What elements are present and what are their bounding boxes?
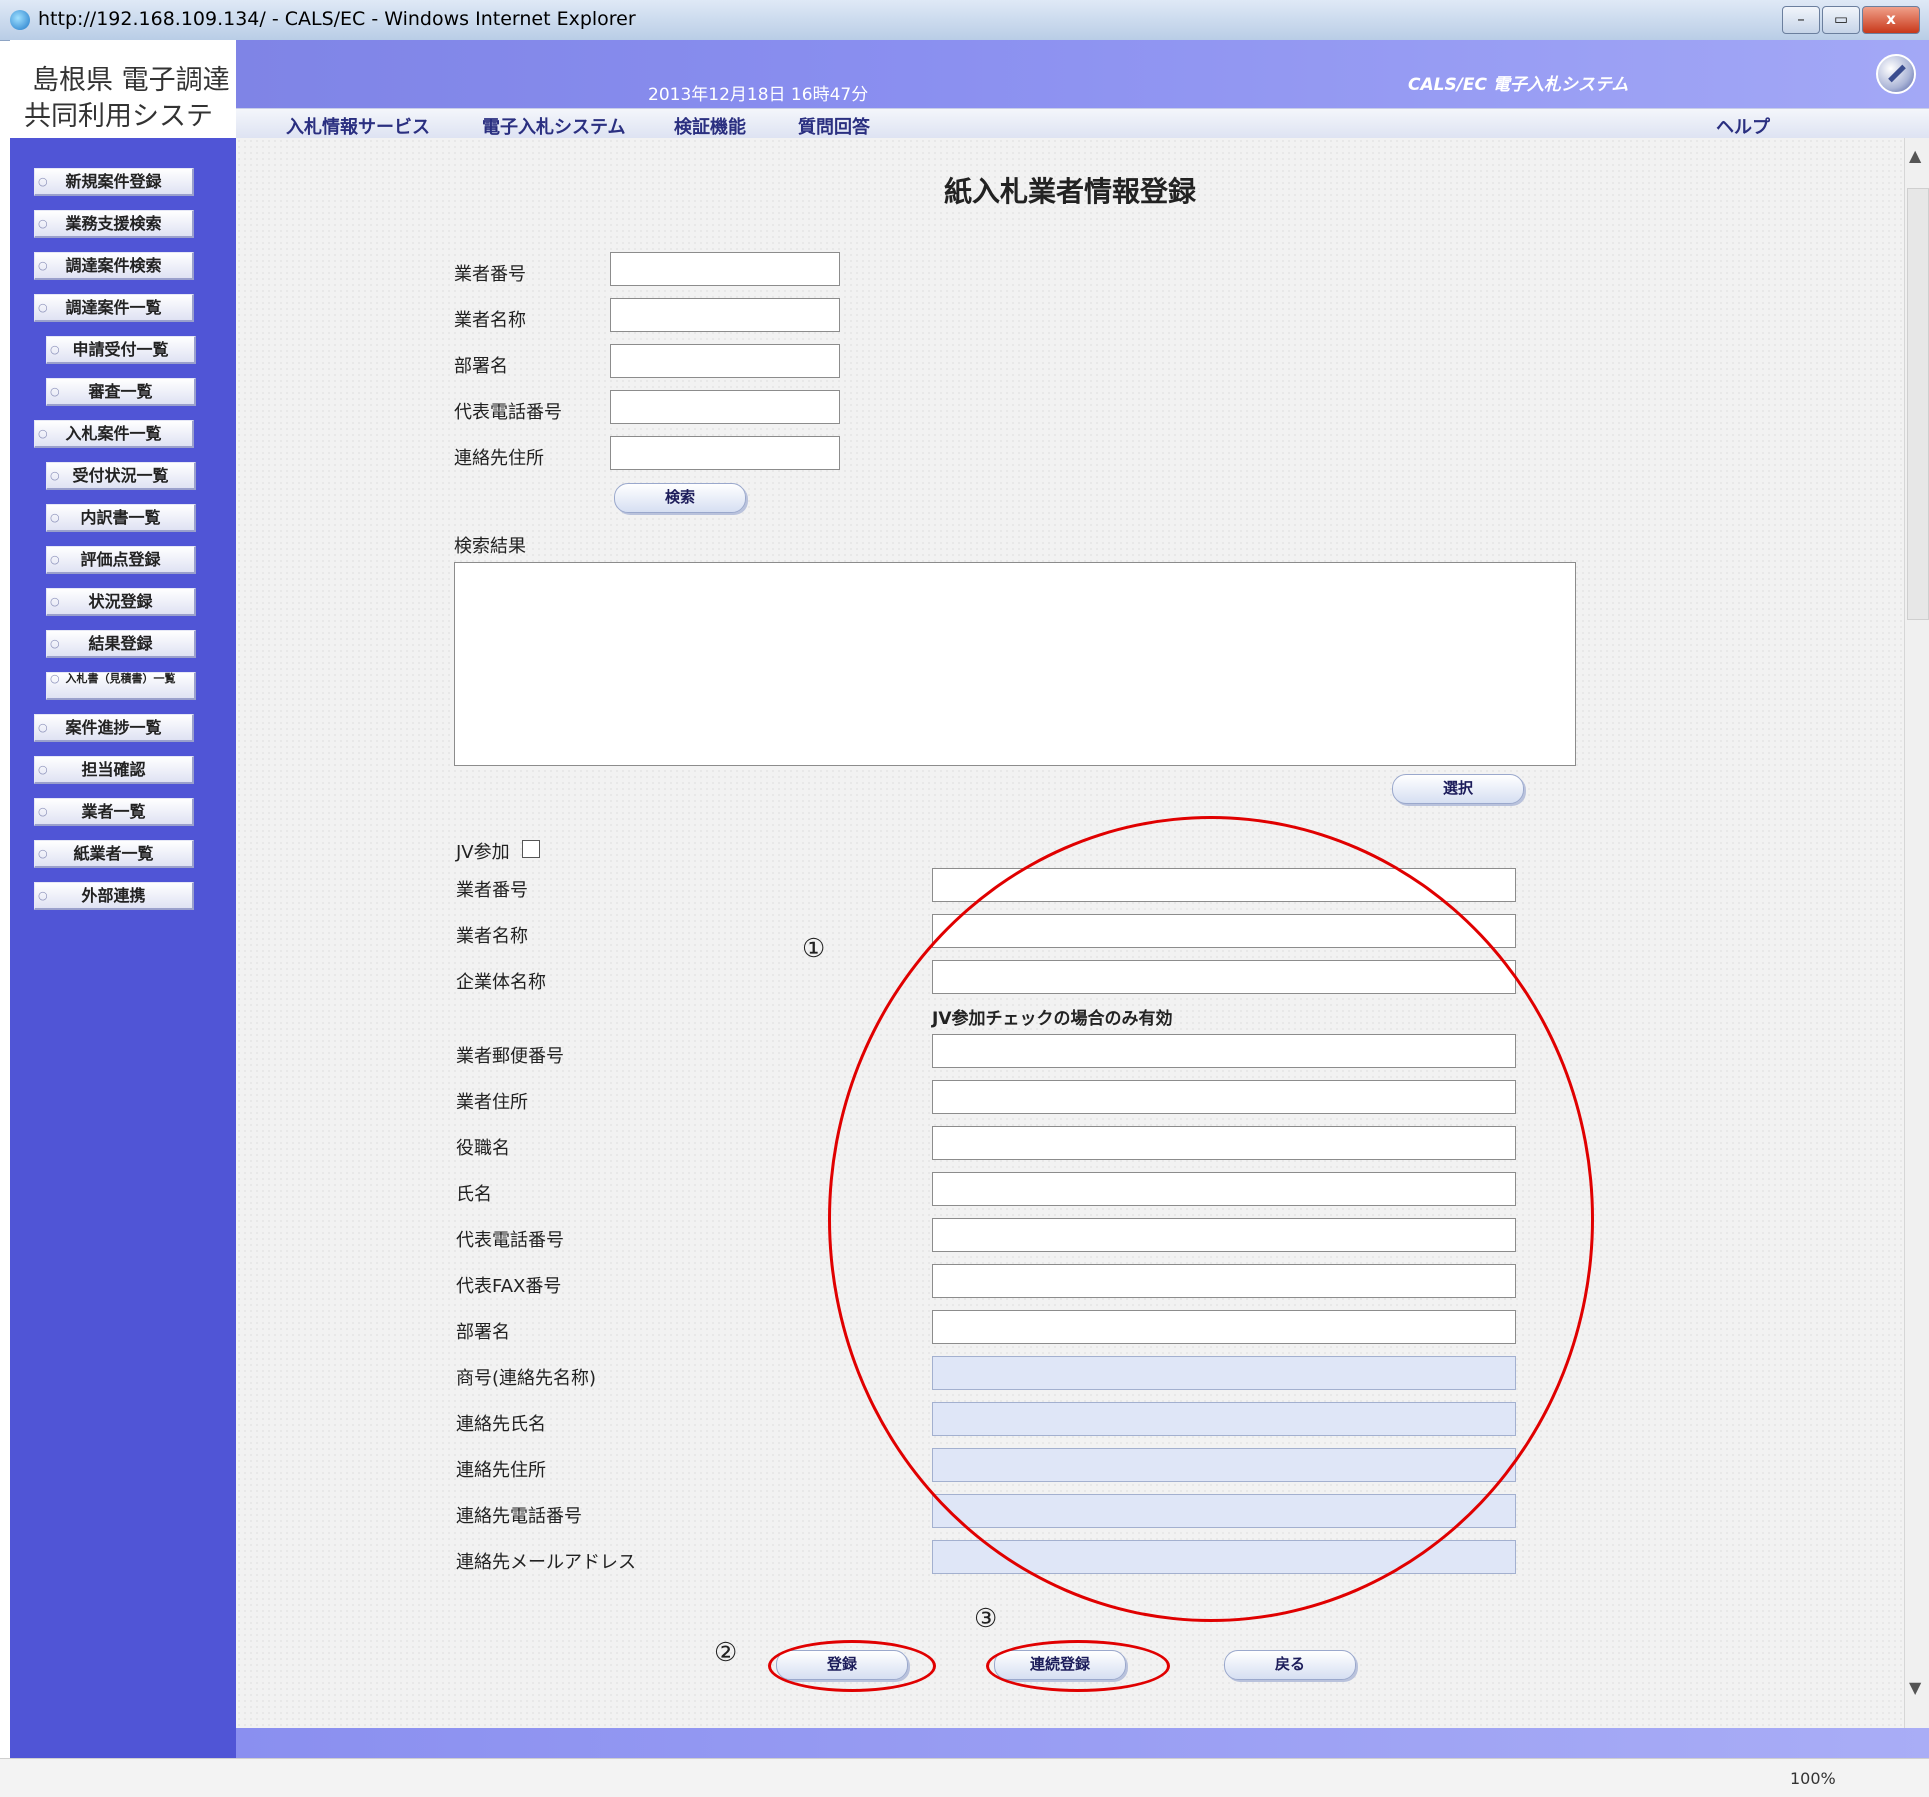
contact-address-label: 連絡先住所 <box>456 1460 546 1481</box>
vertical-scrollbar[interactable]: ▲ ▼ <box>1904 138 1929 1728</box>
search-phone-label: 代表電話番号 <box>454 402 562 423</box>
sidebar-item-review-list[interactable]: 審査一覧 <box>46 378 196 406</box>
annotation-ring-form <box>828 816 1594 1622</box>
main-content: 紙入札業者情報登録 業者番号 業者名称 部署名 代表電話番号 連絡先住所 検索 … <box>236 138 1904 1728</box>
sidebar-item-business-support-search[interactable]: 業務支援検索 <box>34 210 194 238</box>
sidebar-item-application-list[interactable]: 申請受付一覧 <box>46 336 196 364</box>
nav-tabs: 入札情報サービス 電子入札システム 検証機能 質問回答 ヘルプ <box>236 108 1929 139</box>
window-title: http://192.168.109.134/ - CALS/EC - Wind… <box>38 8 636 30</box>
sidebar-item-procurement-list[interactable]: 調達案件一覧 <box>34 294 194 322</box>
header-banner: 2013年12月18日 16時47分 CALS/EC 電子入札システム 入札情報… <box>236 40 1929 139</box>
sidebar-item-breakdown-list[interactable]: 内訳書一覧 <box>46 504 196 532</box>
sidebar-item-external-link[interactable]: 外部連携 <box>34 882 194 910</box>
system-name: CALS/EC 電子入札システム <box>1408 75 1629 95</box>
vendor-name-label: 業者名称 <box>456 926 528 947</box>
search-vendor-number-input[interactable] <box>610 252 840 286</box>
contact-email-label: 連絡先メールアドレス <box>456 1552 636 1573</box>
main-fax-label: 代表FAX番号 <box>456 1276 562 1297</box>
footer-bar <box>236 1728 1929 1758</box>
annotation-two: ② <box>714 1638 738 1668</box>
annotation-three: ③ <box>974 1604 998 1634</box>
sidebar-item-bid-case-list[interactable]: 入札案件一覧 <box>34 420 194 448</box>
search-vendor-number-label: 業者番号 <box>454 264 526 285</box>
help-link[interactable]: ヘルプ <box>1716 113 1770 139</box>
contact-company-label: 商号(連絡先名称) <box>456 1368 597 1389</box>
contact-phone-label: 連絡先電話番号 <box>456 1506 582 1527</box>
back-button[interactable]: 戻る <box>1224 1650 1356 1680</box>
main-phone-label: 代表電話番号 <box>456 1230 564 1251</box>
sidebar-item-procurement-search[interactable]: 調達案件検索 <box>34 252 194 280</box>
search-department-label: 部署名 <box>454 356 508 377</box>
sidebar-item-status-register[interactable]: 状況登録 <box>46 588 196 616</box>
scroll-down-icon[interactable]: ▼ <box>1909 1678 1921 1697</box>
department-label: 部署名 <box>456 1322 510 1343</box>
tab-verification[interactable]: 検証機能 <box>674 113 746 139</box>
sidebar-item-vendor-list[interactable]: 業者一覧 <box>34 798 194 826</box>
sidebar-item-reception-status[interactable]: 受付状況一覧 <box>46 462 196 490</box>
consortium-name-label: 企業体名称 <box>456 972 546 993</box>
search-vendor-name-label: 業者名称 <box>454 310 526 331</box>
scroll-thumb[interactable] <box>1907 188 1929 620</box>
datetime: 2013年12月18日 16時47分 <box>648 85 869 105</box>
results-label: 検索結果 <box>454 536 526 557</box>
sidebar-item-score-register[interactable]: 評価点登録 <box>46 546 196 574</box>
jv-checkbox[interactable] <box>522 840 540 858</box>
scroll-up-icon[interactable]: ▲ <box>1909 146 1921 165</box>
job-title-label: 役職名 <box>456 1138 510 1159</box>
jv-label: JV参加 <box>456 842 510 863</box>
tab-qa[interactable]: 質問回答 <box>798 113 870 139</box>
full-name-label: 氏名 <box>456 1184 492 1205</box>
status-bar: 100% <box>0 1758 1929 1797</box>
annotation-ring-continuous-register <box>986 1640 1170 1692</box>
search-phone-input[interactable] <box>610 390 840 424</box>
sidebar-item-paper-vendor-list[interactable]: 紙業者一覧 <box>34 840 194 868</box>
search-button[interactable]: 検索 <box>614 483 746 513</box>
logo: 島根県 電子調達 共同利用システム <box>10 40 237 171</box>
annotation-ring-register <box>768 1640 936 1692</box>
sidebar: 新規案件登録 業務支援検索 調達案件検索 調達案件一覧 申請受付一覧 審査一覧 … <box>10 138 236 1758</box>
maximize-button[interactable]: ▭ <box>1822 6 1860 34</box>
sidebar-item-person-in-charge[interactable]: 担当確認 <box>34 756 194 784</box>
minimize-button[interactable]: – <box>1782 6 1820 34</box>
results-list[interactable] <box>454 562 1576 766</box>
logo-line1: 島根県 電子調達 <box>32 65 230 96</box>
settings-icon[interactable] <box>1876 54 1916 94</box>
search-address-input[interactable] <box>610 436 840 470</box>
vendor-address-label: 業者住所 <box>456 1092 528 1113</box>
sidebar-item-case-progress[interactable]: 案件進捗一覧 <box>34 714 194 742</box>
browser-icon <box>10 10 30 30</box>
tab-bid-info[interactable]: 入札情報サービス <box>286 113 430 139</box>
tab-e-bidding[interactable]: 電子入札システム <box>482 113 625 139</box>
search-department-input[interactable] <box>610 344 840 378</box>
close-button[interactable]: x <box>1862 6 1920 34</box>
sidebar-item-bid-document-list[interactable]: 入札書（見積書）一覧 <box>46 672 196 700</box>
zoom-level[interactable]: 100% <box>1790 1769 1836 1788</box>
window-titlebar: http://192.168.109.134/ - CALS/EC - Wind… <box>0 0 1929 41</box>
sidebar-item-new-case[interactable]: 新規案件登録 <box>34 168 194 196</box>
page-title: 紙入札業者情報登録 <box>944 175 1197 208</box>
search-vendor-name-input[interactable] <box>610 298 840 332</box>
annotation-one: ① <box>802 934 826 964</box>
select-button[interactable]: 選択 <box>1392 774 1524 804</box>
postal-code-label: 業者郵便番号 <box>456 1046 564 1067</box>
vendor-number-label: 業者番号 <box>456 880 528 901</box>
contact-name-label: 連絡先氏名 <box>456 1414 546 1435</box>
sidebar-item-result-register[interactable]: 結果登録 <box>46 630 196 658</box>
search-address-label: 連絡先住所 <box>454 448 544 469</box>
